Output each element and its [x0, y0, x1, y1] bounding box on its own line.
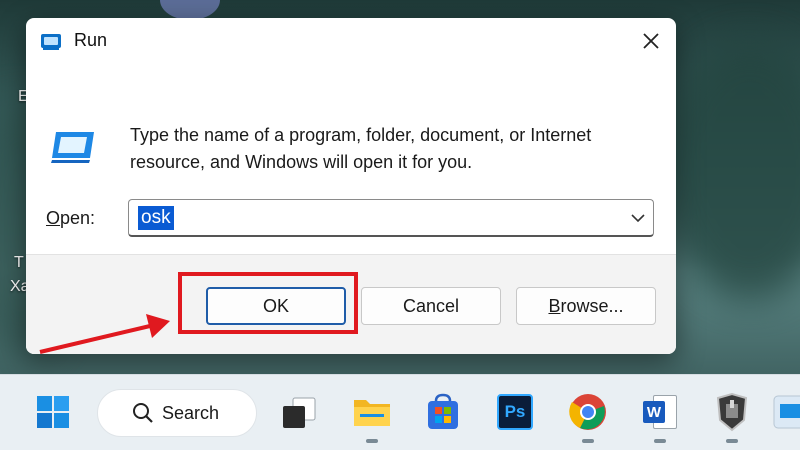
open-label: Open:: [46, 208, 95, 229]
close-button[interactable]: [626, 18, 676, 64]
start-button[interactable]: [30, 389, 76, 435]
photoshop-icon: Ps: [497, 394, 533, 430]
open-label-accelerator: O: [46, 208, 61, 228]
world-of-tanks-icon: [716, 392, 748, 432]
task-view-button[interactable]: [276, 389, 322, 435]
dialog-title: Run: [74, 30, 108, 50]
running-indicator: [726, 439, 738, 443]
running-indicator: [366, 439, 378, 443]
run-app-icon: [773, 395, 800, 429]
running-indicator: [582, 439, 594, 443]
file-explorer-icon: [354, 400, 390, 426]
desktop-icon-label[interactable]: T: [14, 254, 24, 272]
background-tree: [660, 40, 800, 300]
game-button[interactable]: [709, 389, 755, 443]
title-bar[interactable]: Run: [26, 18, 676, 68]
chevron-down-icon[interactable]: [631, 212, 645, 224]
run-icon: [41, 34, 61, 50]
close-icon: [643, 33, 659, 49]
word-icon-badge: W: [643, 401, 665, 423]
run-dialog: Run Type the name of a program, folder, …: [26, 18, 676, 354]
photoshop-button[interactable]: Ps: [492, 389, 538, 435]
word-icon: W: [641, 393, 679, 431]
desktop-icon[interactable]: [160, 0, 220, 20]
dialog-footer: OK Cancel Browse...: [26, 254, 676, 354]
chrome-icon: [569, 394, 606, 430]
dialog-body: Type the name of a program, folder, docu…: [26, 68, 676, 254]
run-app-button[interactable]: [772, 389, 800, 435]
file-explorer-button[interactable]: [349, 389, 395, 443]
task-view-icon: [283, 397, 316, 428]
search-icon: [133, 403, 153, 423]
cancel-button[interactable]: Cancel: [361, 287, 501, 325]
browse-accelerator: B: [548, 295, 561, 316]
word-button[interactable]: W: [637, 389, 683, 443]
taskbar-search[interactable]: Search: [97, 389, 257, 437]
browse-button[interactable]: Browse...: [516, 287, 656, 325]
search-label: Search: [162, 402, 220, 423]
run-program-icon: [51, 132, 94, 163]
browse-label: rowse...: [560, 295, 624, 316]
chrome-button[interactable]: [565, 389, 611, 443]
open-label-text: pen:: [60, 208, 96, 228]
taskbar: Search Ps W: [0, 374, 800, 450]
microsoft-store-icon: [428, 393, 458, 429]
running-indicator: [654, 439, 666, 443]
open-combobox[interactable]: osk: [128, 199, 654, 237]
word-icon-text: W: [646, 403, 662, 421]
ok-button[interactable]: OK: [206, 287, 346, 325]
open-input-value[interactable]: osk: [138, 206, 174, 230]
dialog-description: Type the name of a program, folder, docu…: [130, 125, 592, 172]
microsoft-store-button[interactable]: [420, 389, 466, 435]
windows-start-icon: [37, 396, 69, 428]
photoshop-icon-text: Ps: [504, 402, 526, 421]
